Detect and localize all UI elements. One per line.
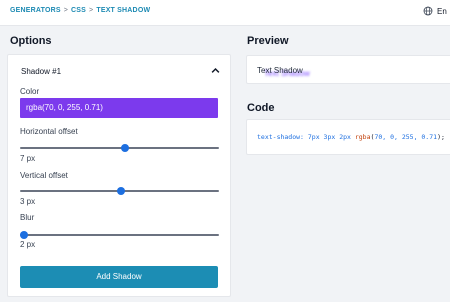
language-selector[interactable]: En (423, 6, 447, 16)
preview-heading: Preview (247, 35, 289, 47)
code-function: rgba (354, 133, 371, 141)
breadcrumb-css[interactable]: CSS (71, 7, 86, 14)
breadcrumb: GENERATORS > CSS > TEXT SHADOW (10, 7, 150, 14)
code-args: 70, 0, 255, 0.71 (374, 133, 438, 141)
code-snippet[interactable]: text-shadow: 7px 3px 2px rgba(70, 0, 255… (257, 133, 445, 141)
breadcrumb-separator: > (89, 7, 94, 14)
options-heading: Options (10, 35, 52, 47)
vertical-offset-thumb[interactable] (117, 187, 126, 195)
vertical-offset-slider[interactable] (20, 187, 219, 195)
top-bar: GENERATORS > CSS > TEXT SHADOW En (0, 0, 450, 26)
options-card: Shadow #1 Color rgba(70, 0, 255, 0.71) H… (7, 54, 231, 297)
code-close: ); (437, 133, 445, 141)
code-property: text-shadow: (257, 133, 304, 141)
horizontal-offset-slider[interactable] (20, 144, 219, 152)
shadow-section-title[interactable]: Shadow #1 (21, 67, 61, 76)
vertical-offset-value: 3 px (20, 197, 36, 206)
blur-thumb[interactable] (19, 231, 28, 239)
code-card: text-shadow: 7px 3px 2px rgba(70, 0, 255… (246, 119, 450, 155)
vertical-offset-label: Vertical offset (20, 171, 68, 180)
breadcrumb-separator: > (63, 7, 69, 14)
blur-slider[interactable] (19, 231, 219, 239)
preview-card: Text Shadow (246, 55, 450, 84)
color-label: Color (20, 87, 40, 96)
breadcrumb-text-shadow[interactable]: TEXT SHADOW (96, 7, 150, 14)
chevron-up-icon[interactable] (211, 67, 220, 74)
code-heading: Code (247, 102, 275, 114)
blur-value: 2 px (20, 240, 36, 249)
blur-label: Blur (20, 213, 35, 222)
code-values: 7px 3px 2px (307, 133, 351, 141)
add-shadow-button[interactable]: Add Shadow (20, 266, 218, 288)
horizontal-offset-label: Horizontal offset (20, 127, 78, 136)
horizontal-offset-thumb[interactable] (121, 144, 130, 152)
preview-text: Text Shadow (257, 66, 303, 75)
language-label: En (437, 6, 447, 16)
color-picker-input[interactable]: rgba(70, 0, 255, 0.71) (20, 98, 218, 118)
horizontal-offset-value: 7 px (20, 154, 36, 163)
breadcrumb-generators[interactable]: GENERATORS (10, 7, 61, 14)
globe-icon (423, 6, 433, 16)
